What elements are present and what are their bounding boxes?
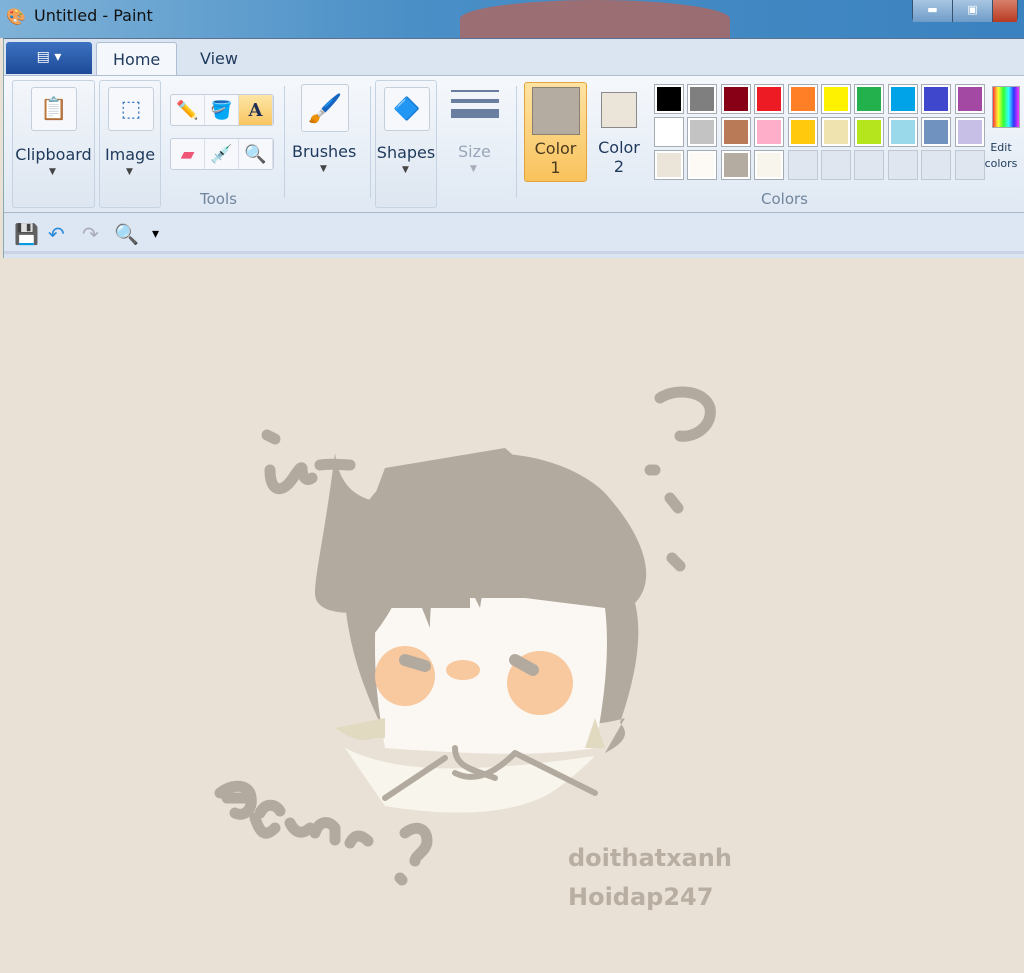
zoom-icon[interactable]: 🔍: [114, 222, 139, 246]
watermark-username: doithatxanh: [568, 844, 732, 872]
palette-swatch[interactable]: [687, 117, 718, 147]
line-size-icon: [451, 90, 499, 118]
eraser-icon[interactable]: ▰: [171, 139, 205, 169]
maximize-button[interactable]: ▣: [953, 0, 993, 22]
color2-button[interactable]: Color 2: [594, 82, 644, 182]
desktop-background: [460, 0, 730, 38]
clipboard-icon: 📋: [31, 87, 77, 131]
shapes-label: Shapes: [376, 143, 436, 162]
image-label: Image: [104, 145, 156, 164]
size-label: Size: [458, 142, 491, 161]
palette-swatch[interactable]: [654, 117, 684, 147]
chevron-down-icon: ▼: [49, 167, 56, 177]
image-button[interactable]: ⬚ Image ▼: [99, 80, 161, 208]
chevron-down-icon: ▼: [402, 165, 409, 175]
shapes-icon: 🔷: [384, 87, 430, 131]
color2-swatch: [601, 92, 637, 128]
watermark-site: Hoidap247: [568, 883, 714, 911]
color-picker-icon[interactable]: 💉: [205, 139, 239, 169]
palette-swatch[interactable]: [921, 117, 952, 147]
palette-swatch[interactable]: [687, 150, 718, 180]
magnifier-icon[interactable]: 🔍: [239, 139, 273, 169]
palette-empty-slot[interactable]: [954, 150, 985, 180]
palette-swatch[interactable]: [887, 117, 918, 147]
palette-swatch[interactable]: [821, 117, 851, 147]
palette-empty-slot[interactable]: [921, 150, 952, 180]
palette-empty-slot[interactable]: [787, 150, 818, 180]
quick-access-toolbar: 💾 ↶ ↷ 🔍 ▾: [4, 214, 1024, 254]
tab-home[interactable]: Home: [96, 42, 178, 76]
palette-swatch[interactable]: [954, 117, 985, 147]
palette-empty-slot[interactable]: [821, 150, 851, 180]
color1-button[interactable]: Color 1: [524, 82, 587, 182]
paint-menu-button[interactable]: ▤ ▾: [6, 42, 92, 74]
color1-swatch: [532, 87, 580, 135]
text-tool-icon[interactable]: A: [239, 95, 273, 125]
color1-label: Color: [534, 139, 577, 158]
colors-group-label: Colors: [761, 190, 808, 208]
tab-view[interactable]: View: [184, 42, 254, 76]
palette-swatch[interactable]: [720, 84, 751, 114]
customize-toolbar-icon[interactable]: ▾: [152, 226, 159, 242]
save-icon[interactable]: 💾: [14, 222, 39, 246]
redo-icon[interactable]: ↷: [82, 222, 99, 246]
palette-swatch[interactable]: [754, 117, 785, 147]
chevron-down-icon: ▼: [126, 167, 133, 177]
ribbon: 📋 Clipboard ▼ ⬚ Image ▼ ✏️ 🪣 A ▰ 💉 🔍 Too…: [4, 75, 1024, 213]
character-drawing: [315, 448, 647, 813]
palette-swatch[interactable]: [687, 84, 718, 114]
chevron-down-icon: ▼: [320, 164, 327, 174]
clipboard-button[interactable]: 📋 Clipboard ▼: [12, 80, 95, 208]
drawing: [214, 386, 716, 886]
ribbon-frame: ▤ ▾ Home View 📋 Clipboard ▼ ⬚ Image ▼ ✏️…: [3, 38, 1024, 258]
palette-empty-slot[interactable]: [854, 150, 885, 180]
title-bar: 🎨 Untitled - Paint ▬ ▣: [0, 0, 1024, 38]
palette-swatch[interactable]: [954, 84, 985, 114]
palette-swatch[interactable]: [720, 117, 751, 147]
palette-empty-slot[interactable]: [887, 150, 918, 180]
palette-swatch[interactable]: [887, 84, 918, 114]
color1-number: 1: [550, 158, 561, 177]
brush-icon: 🖌️: [301, 84, 349, 132]
palette-swatch[interactable]: [787, 117, 818, 147]
window-title: Untitled - Paint: [34, 6, 153, 25]
select-icon: ⬚: [108, 87, 154, 131]
paint-palette-icon: 🎨: [6, 7, 26, 26]
minimize-button[interactable]: ▬: [913, 0, 953, 22]
palette-swatch[interactable]: [754, 84, 785, 114]
palette-swatch[interactable]: [754, 150, 785, 180]
color-spectrum-icon: [992, 86, 1020, 128]
fill-bucket-icon[interactable]: 🪣: [205, 95, 239, 125]
pencil-icon[interactable]: ✏️: [171, 95, 205, 125]
undo-icon[interactable]: ↶: [48, 222, 65, 246]
palette-swatch[interactable]: [654, 150, 684, 180]
palette-swatch[interactable]: [821, 84, 851, 114]
chevron-down-icon: ▼: [470, 164, 477, 174]
palette-swatch[interactable]: [854, 84, 885, 114]
palette-swatch[interactable]: [654, 84, 684, 114]
close-button[interactable]: [993, 0, 1017, 22]
color2-label: Color: [598, 138, 640, 157]
drawing-canvas[interactable]: doithatxanh Hoidap247: [5, 258, 1024, 969]
brushes-label: Brushes: [292, 142, 357, 161]
edit-colors-label: Edit colors: [984, 141, 1018, 170]
color2-number: 2: [613, 157, 625, 176]
clipboard-label: Clipboard: [15, 145, 92, 164]
palette-swatch[interactable]: [854, 117, 885, 147]
shapes-button[interactable]: 🔷 Shapes ▼: [375, 80, 437, 208]
palette-swatch[interactable]: [787, 84, 818, 114]
palette-swatch[interactable]: [921, 84, 952, 114]
palette-swatch[interactable]: [720, 150, 751, 180]
tools-group-label: Tools: [200, 190, 237, 208]
